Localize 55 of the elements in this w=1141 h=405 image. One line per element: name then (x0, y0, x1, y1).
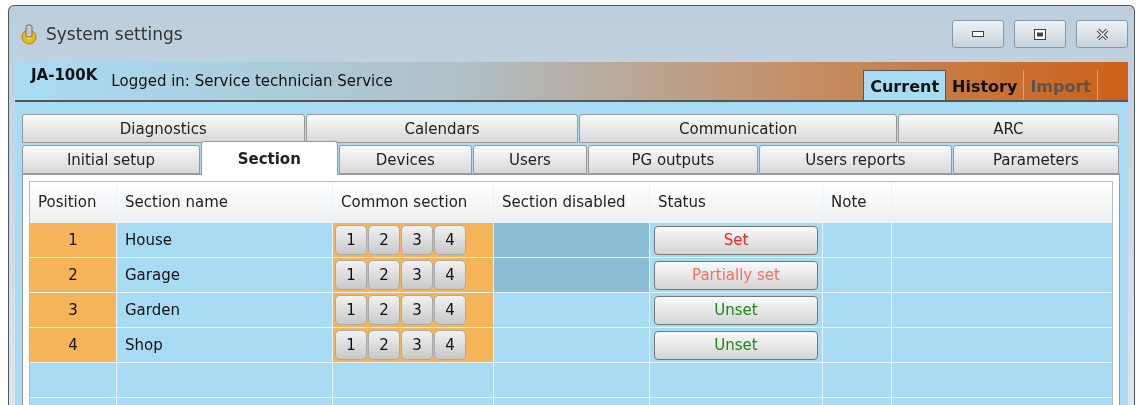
status-button[interactable]: Unset (654, 330, 818, 360)
table-cell: House (117, 223, 332, 257)
minimize-button[interactable] (952, 20, 1004, 48)
tab[interactable]: ARC (897, 114, 1119, 143)
device-name: JA-100K (29, 66, 99, 86)
column-header: Note (823, 182, 891, 222)
column-header: Section disabled (494, 182, 649, 222)
column-header: Status (650, 182, 822, 222)
tab[interactable]: Communication (579, 114, 897, 143)
mode-tab[interactable]: History (946, 70, 1025, 100)
tab[interactable]: Devices (338, 145, 473, 174)
minimize-icon (972, 31, 984, 37)
login-info: Logged in: Service technician Service (111, 72, 393, 90)
status-button[interactable]: Unset (654, 295, 818, 325)
close-icon (1095, 27, 1109, 41)
section-toggle[interactable]: 3 (401, 225, 433, 255)
position-cell: 2 (30, 258, 116, 292)
column-header: Common section (333, 182, 493, 222)
maximize-button[interactable] (1014, 20, 1066, 48)
tab[interactable]: Section (201, 141, 338, 175)
section-toggle[interactable]: 1 (335, 330, 367, 360)
column-header: Section name (117, 182, 332, 222)
mode-tab[interactable]: Current (863, 70, 947, 100)
section-toggle[interactable]: 1 (335, 295, 367, 325)
section-toggle[interactable]: 3 (401, 330, 433, 360)
section-toggle[interactable]: 3 (401, 295, 433, 325)
tab[interactable]: Users (473, 145, 587, 174)
close-button[interactable] (1076, 20, 1128, 48)
position-cell: 1 (30, 223, 116, 257)
section-toggle[interactable]: 4 (434, 295, 466, 325)
section-toggle[interactable]: 1 (335, 225, 367, 255)
tab[interactable]: Users reports (758, 145, 952, 174)
table-cell: Shop (117, 328, 332, 362)
maximize-icon (1034, 28, 1046, 40)
section-toggle[interactable]: 2 (368, 330, 400, 360)
section-toggle[interactable]: 3 (401, 260, 433, 290)
tab[interactable]: PG outputs (587, 145, 758, 174)
section-toggle[interactable]: 4 (434, 260, 466, 290)
section-toggle[interactable]: 2 (368, 295, 400, 325)
section-toggle[interactable]: 1 (335, 260, 367, 290)
table-cell (823, 363, 891, 397)
column-header: Position (30, 182, 116, 222)
table-cell: Garden (117, 293, 332, 327)
section-toggle[interactable]: 2 (368, 225, 400, 255)
tab[interactable]: Calendars (305, 114, 579, 143)
table-cell: Garage (117, 258, 332, 292)
section-toggle[interactable]: 4 (434, 225, 466, 255)
tab[interactable]: Diagnostics (22, 114, 305, 143)
position-cell: 3 (30, 293, 116, 327)
position-cell: 4 (30, 328, 116, 362)
section-toggle[interactable]: 2 (368, 260, 400, 290)
section-toggle[interactable]: 4 (434, 330, 466, 360)
tab[interactable]: Parameters (952, 145, 1119, 174)
window-title: System settings (46, 24, 183, 44)
tab[interactable]: Initial setup (22, 145, 201, 174)
